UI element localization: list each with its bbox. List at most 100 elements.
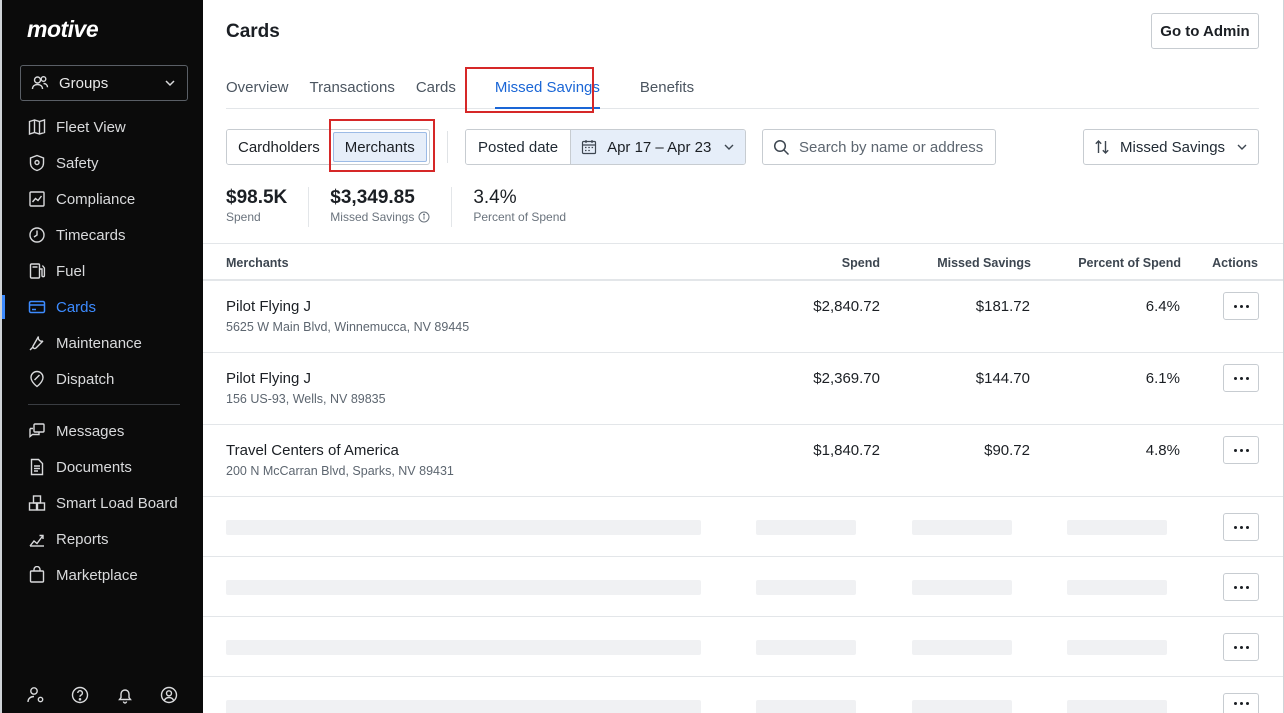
skeleton-bar [1067,520,1167,535]
user-settings-icon[interactable] [26,685,46,705]
merchant-address: 156 US-93, Wells, NV 89835 [226,392,386,406]
document-icon [30,458,44,476]
filter-divider [447,131,448,163]
stat-spend: $98.5K Spend [226,187,310,227]
tab-overview[interactable]: Overview [226,66,289,108]
sidebar-item-label: Cards [56,298,97,316]
stat-missed-savings: $3,349.85 Missed Savings [330,187,453,227]
summary-stats: $98.5K Spend $3,349.85 Missed Savings 3.… [226,187,608,227]
go-to-admin-button[interactable]: Go to Admin [1151,13,1259,49]
missed-savings-value: $90.72 [984,442,1030,459]
sidebar-item-smart-load-board[interactable]: Smart Load Board [2,485,203,521]
row-actions-button[interactable] [1223,633,1259,661]
skeleton-bar [1067,580,1167,595]
row-actions-button[interactable] [1223,573,1259,601]
reports-icon [29,534,44,547]
sort-dropdown[interactable]: Missed Savings [1083,129,1259,165]
clock-icon [29,227,45,243]
sidebar-item-fleet-view[interactable]: Fleet View [2,109,203,145]
sidebar-item-messages[interactable]: Messages [2,413,203,449]
tab-transactions[interactable]: Transactions [310,66,395,108]
row-actions-button[interactable] [1223,292,1259,320]
sidebar-item-cards[interactable]: Cards [2,289,203,325]
sidebar-item-label: Fleet View [56,118,126,136]
sort-label: Missed Savings [1120,138,1226,156]
percent-value: 4.8% [1145,442,1180,459]
main-content: Cards Go to Admin Overview Transactions … [203,0,1284,713]
skeleton-bar [756,580,856,595]
map-icon [28,119,46,135]
sidebar-item-safety[interactable]: Safety [2,145,203,181]
skeleton-bar [226,640,701,655]
sidebar-item-timecards[interactable]: Timecards [2,217,203,253]
column-header-actions: Actions [1212,256,1258,270]
skeleton-bar [1067,700,1167,713]
table-row[interactable]: Pilot Flying J 5625 W Main Blvd, Winnemu… [203,282,1283,353]
tab-benefits[interactable]: Benefits [640,66,694,108]
skeleton-bar [756,520,856,535]
sidebar-divider [28,404,180,405]
sidebar-item-fuel[interactable]: Fuel [2,253,203,289]
sidebar-item-maintenance[interactable]: Maintenance [2,325,203,361]
groups-dropdown[interactable]: Groups [20,65,188,101]
spend-value: $2,369.70 [813,370,880,387]
help-icon[interactable] [70,685,90,705]
column-header-merchants[interactable]: Merchants [226,256,289,270]
dispatch-icon [30,370,44,388]
sidebar-item-label: Reports [56,530,109,548]
skeleton-row [203,678,1283,713]
merchants-toggle[interactable]: Merchants [332,132,427,162]
motive-logo[interactable]: motive [27,16,99,43]
info-icon[interactable] [418,211,430,223]
merchant-name: Pilot Flying J [226,370,312,387]
skeleton-row [203,618,1283,677]
search-box [762,129,996,165]
skeleton-bar [1067,640,1167,655]
percent-value: 6.1% [1145,370,1180,387]
row-actions-button[interactable] [1223,693,1259,713]
row-actions-button[interactable] [1223,513,1259,541]
tab-bar: Overview Transactions Cards Missed Savin… [226,66,1259,109]
skeleton-bar [912,700,1012,713]
table-row[interactable]: Travel Centers of America 200 N McCarran… [203,426,1283,497]
sidebar-item-documents[interactable]: Documents [2,449,203,485]
sidebar-nav: Fleet View Safety Compliance Timecards F… [2,109,203,593]
posted-date-select[interactable]: Posted date [466,130,572,164]
table-header: Merchants Spend Missed Savings Percent o… [203,243,1283,281]
skeleton-row [203,498,1283,557]
profile-icon[interactable] [159,685,179,705]
sidebar-item-marketplace[interactable]: Marketplace [2,557,203,593]
stat-label: Missed Savings [330,210,415,224]
sidebar-item-label: Timecards [56,226,126,244]
tab-cards[interactable]: Cards [416,66,456,108]
date-range-picker[interactable]: Apr 17 – Apr 23 [571,130,746,164]
table-row[interactable]: Pilot Flying J 156 US-93, Wells, NV 8983… [203,354,1283,425]
messages-icon [29,423,45,438]
row-actions-button[interactable] [1223,436,1259,464]
stat-label: Percent of Spend [473,210,567,224]
row-actions-button[interactable] [1223,364,1259,392]
sidebar-item-dispatch[interactable]: Dispatch [2,361,203,397]
sidebar-item-label: Dispatch [56,370,115,388]
cardholders-toggle[interactable]: Cardholders [227,130,331,164]
merchant-address: 200 N McCarran Blvd, Sparks, NV 89431 [226,464,454,478]
tab-missed-savings[interactable]: Missed Savings [494,66,600,109]
search-input[interactable] [799,138,989,156]
sidebar-item-compliance[interactable]: Compliance [2,181,203,217]
skeleton-bar [912,640,1012,655]
marketplace-icon [29,566,45,583]
card-icon [28,300,46,314]
sidebar-item-reports[interactable]: Reports [2,521,203,557]
skeleton-bar [756,700,856,713]
column-header-percent-of-spend[interactable]: Percent of Spend [1078,256,1181,270]
missed-savings-value: $144.70 [975,370,1030,387]
column-header-missed-savings[interactable]: Missed Savings [937,256,1031,270]
bell-icon[interactable] [115,685,135,705]
column-header-spend[interactable]: Spend [842,256,880,270]
fuel-icon [29,263,46,279]
sidebar-item-label: Marketplace [56,566,138,584]
percent-value: 6.4% [1145,298,1180,315]
date-range-value: Apr 17 – Apr 23 [607,138,712,156]
chevron-down-icon [1237,144,1247,150]
stat-label: Spend [226,210,261,224]
